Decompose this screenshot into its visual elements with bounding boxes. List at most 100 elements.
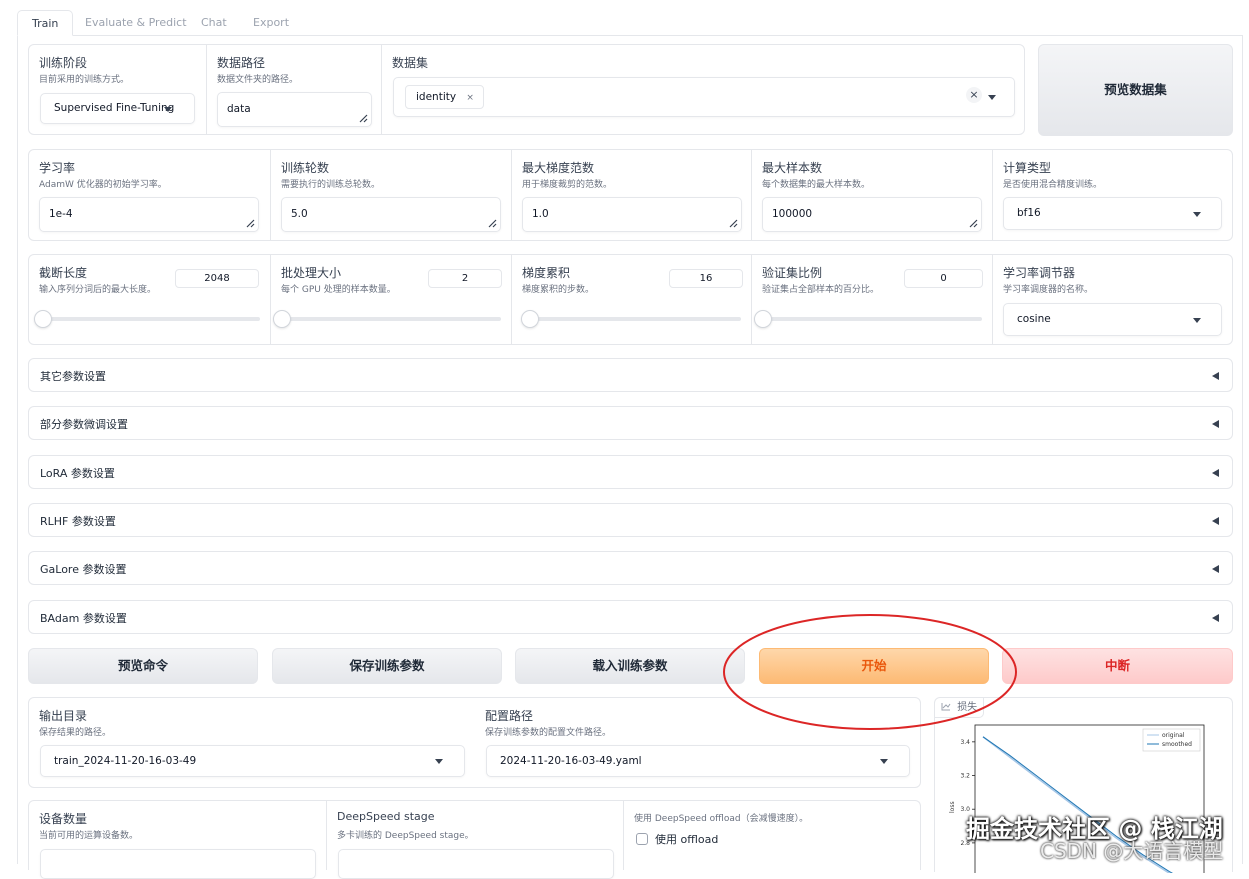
stage-cell: 训练阶段 目前采用的训练方式。 Supervised Fine-Tuning <box>29 45 206 134</box>
slider-thumb[interactable] <box>273 310 291 328</box>
resize-grip-icon[interactable] <box>488 219 497 228</box>
y-axis-label: loss <box>949 801 956 813</box>
lr-scheduler-info: 学习率调度器的名称。 <box>1003 285 1094 295</box>
config-path-value: 2024-11-20-16-03-49.yaml <box>500 755 642 767</box>
batch-size-number[interactable]: 2 <box>428 269 502 288</box>
accordion-rlhf-params[interactable]: RLHF 参数设置 <box>28 503 1233 537</box>
accordion-title: RLHF 参数设置 <box>40 515 116 528</box>
config-path-label: 配置路径 <box>485 709 534 723</box>
chevron-down-icon <box>1193 318 1201 323</box>
device-count-label: 设备数量 <box>39 812 88 826</box>
accordion-title: 部分参数微调设置 <box>40 418 128 431</box>
preview-dataset-button[interactable]: 预览数据集 <box>1038 44 1233 136</box>
compute-type-value: bf16 <box>1017 207 1041 219</box>
tab-export[interactable]: Export <box>239 10 303 36</box>
accordion-title: GaLore 参数设置 <box>40 563 127 576</box>
config-path-info: 保存训练参数的配置文件路径。 <box>485 728 612 738</box>
ds-stage-dropdown[interactable] <box>338 849 614 879</box>
learning-rate-info: AdamW 优化器的初始学习率。 <box>39 180 167 190</box>
dataset-chip[interactable]: identity × <box>405 85 484 109</box>
accordion-badam-params[interactable]: BAdam 参数设置 <box>28 600 1233 634</box>
grad-accum-info: 梯度累积的步数。 <box>522 285 595 295</box>
dataset-dir-input[interactable]: data <box>217 92 372 127</box>
lr-scheduler-dropdown[interactable]: cosine <box>1003 303 1222 336</box>
lr-scheduler-label: 学习率调节器 <box>1003 266 1076 280</box>
compute-type-dropdown[interactable]: bf16 <box>1003 197 1222 230</box>
tab-evaluate-predict[interactable]: Evaluate & Predict <box>71 10 201 36</box>
output-dir-dropdown[interactable]: train_2024-11-20-16-03-49 <box>40 745 465 777</box>
grad-accum-number[interactable]: 16 <box>669 269 743 288</box>
chip-remove-icon[interactable]: × <box>466 93 474 103</box>
accordion-galore-params[interactable]: GaLore 参数设置 <box>28 551 1233 585</box>
stop-button[interactable]: 中断 <box>1002 648 1233 684</box>
device-count-cell: 设备数量 当前可用的运算设备数。 <box>29 801 326 879</box>
legend-label-original: original <box>1162 732 1185 739</box>
collapse-triangle-icon <box>1212 420 1219 428</box>
max-samples-value: 100000 <box>772 208 813 220</box>
accordion-lora-params[interactable]: LoRA 参数设置 <box>28 455 1233 489</box>
learning-rate-input[interactable]: 1e-4 <box>39 197 259 232</box>
grad-accum-cell: 梯度累积 梯度累积的步数。 16 <box>511 255 751 344</box>
preview-command-button[interactable]: 预览命令 <box>28 648 258 684</box>
accordion-title: 其它参数设置 <box>40 370 106 383</box>
val-size-label: 验证集比例 <box>762 266 823 280</box>
slider-thumb[interactable] <box>34 310 53 328</box>
batch-size-slider[interactable] <box>273 310 501 328</box>
slider-thumb[interactable] <box>520 310 539 328</box>
clear-icon[interactable]: × <box>966 87 982 103</box>
dataset-multiselect[interactable]: identity × × <box>393 77 1015 117</box>
cutoff-len-slider[interactable] <box>34 310 260 328</box>
resize-grip-icon[interactable] <box>729 219 738 228</box>
grad-accum-slider[interactable] <box>520 310 741 328</box>
save-args-button[interactable]: 保存训练参数 <box>272 648 502 684</box>
config-path-dropdown[interactable]: 2024-11-20-16-03-49.yaml <box>486 745 910 777</box>
max-grad-norm-info: 用于梯度裁剪的范数。 <box>522 180 613 190</box>
y-tick-label: 3.4 <box>960 739 970 746</box>
tab-chat[interactable]: Chat <box>187 10 241 36</box>
max-samples-info: 每个数据集的最大样本数。 <box>762 180 871 190</box>
val-size-info: 验证集占全部样本的百分比。 <box>762 285 880 295</box>
epochs-value: 5.0 <box>291 208 308 220</box>
lr-scheduler-value: cosine <box>1017 313 1051 325</box>
collapse-triangle-icon <box>1212 469 1219 477</box>
resize-grip-icon[interactable] <box>359 114 368 123</box>
output-dir-info: 保存结果的路径。 <box>39 728 112 738</box>
device-count-input[interactable] <box>40 849 316 879</box>
slider-thumb[interactable] <box>754 310 772 328</box>
resize-grip-icon[interactable] <box>246 219 255 228</box>
cutoff-len-info: 输入序列分词后的最大长度。 <box>39 285 157 295</box>
output-dir-cell: 输出目录 保存结果的路径。 train_2024-11-20-16-03-49 <box>29 698 475 787</box>
dataset-dir-value: data <box>227 103 251 115</box>
cutoff-len-number[interactable]: 2048 <box>175 269 259 288</box>
dataset-dir-info: 数据文件夹的路径。 <box>217 75 299 85</box>
resize-grip-icon[interactable] <box>969 219 978 228</box>
batch-size-label: 批处理大小 <box>281 266 342 280</box>
y-tick-label: 3.2 <box>960 773 970 780</box>
max-samples-input[interactable]: 100000 <box>762 197 982 232</box>
collapse-triangle-icon <box>1212 565 1219 573</box>
val-size-number[interactable]: 0 <box>904 269 983 288</box>
learning-rate-value: 1e-4 <box>49 208 73 220</box>
chevron-down-icon[interactable] <box>988 95 996 100</box>
accordion-freeze-params[interactable]: 部分参数微调设置 <box>28 406 1233 440</box>
cutoff-len-cell: 截断长度 输入序列分词后的最大长度。 2048 <box>29 255 270 344</box>
offload-checkbox-label: 使用 offload <box>655 833 719 846</box>
max-samples-cell: 最大样本数 每个数据集的最大样本数。 100000 <box>751 150 992 240</box>
dataset-label: 数据集 <box>392 56 429 70</box>
chevron-down-icon <box>880 759 888 764</box>
offload-checkbox[interactable] <box>636 833 648 845</box>
accordion-other-params[interactable]: 其它参数设置 <box>28 358 1233 392</box>
compute-type-info: 是否使用混合精度训练。 <box>1003 180 1103 190</box>
max-grad-norm-input[interactable]: 1.0 <box>522 197 742 232</box>
chevron-down-icon <box>164 107 172 112</box>
chevron-down-icon <box>435 759 443 764</box>
epochs-input[interactable]: 5.0 <box>281 197 501 232</box>
val-size-slider[interactable] <box>754 310 982 328</box>
stage-dropdown[interactable]: Supervised Fine-Tuning <box>40 93 195 124</box>
dataset-cell: 数据集 identity × × <box>381 45 1026 134</box>
load-args-button[interactable]: 载入训练参数 <box>515 648 745 684</box>
learning-rate-cell: 学习率 AdamW 优化器的初始学习率。 1e-4 <box>29 150 270 240</box>
chevron-down-icon <box>1193 212 1201 217</box>
ds-stage-info: 多卡训练的 DeepSpeed stage。 <box>337 831 474 841</box>
tab-train[interactable]: Train <box>17 10 74 36</box>
